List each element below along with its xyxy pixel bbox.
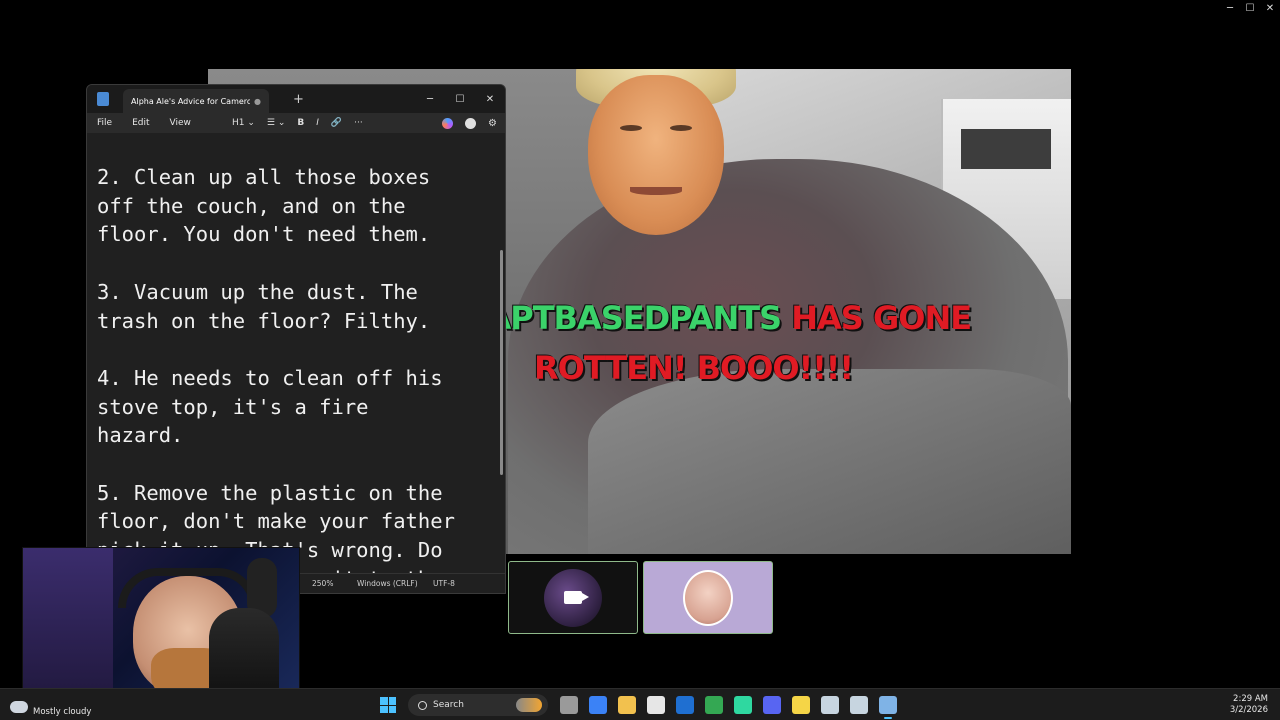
- notepad-icon[interactable]: [878, 696, 897, 719]
- notepad-scrollbar[interactable]: [500, 250, 503, 475]
- outer-maximize-button[interactable]: ☐: [1240, 0, 1260, 16]
- list-dropdown[interactable]: ☰ ⌄: [267, 118, 285, 128]
- bold-button[interactable]: B: [297, 118, 304, 128]
- menu-edit[interactable]: Edit: [132, 118, 149, 128]
- notepad-text-area[interactable]: 2. Clean up all those boxes off the couc…: [97, 163, 497, 593]
- discord-icon[interactable]: [762, 696, 781, 714]
- new-tab-button[interactable]: +: [293, 92, 304, 107]
- clock-date: 3/2/2026: [1229, 705, 1268, 715]
- outer-minimize-button[interactable]: ─: [1220, 0, 1240, 16]
- xbox-app-icon[interactable]: [733, 696, 752, 714]
- notepad-titlebar: Alpha Ale's Advice for Cameron's M ● + ─…: [87, 85, 505, 113]
- streamer-webcam: [22, 547, 300, 703]
- alert-overlay-line-2: ROTTEN! BOOO!!!!: [534, 349, 854, 387]
- menu-view[interactable]: View: [170, 118, 191, 128]
- system-clock[interactable]: 2:29 AM 3/2/2026: [1230, 694, 1268, 716]
- line-ending[interactable]: Windows (CRLF): [357, 579, 418, 588]
- notepad-window: Alpha Ale's Advice for Cameron's M ● + ─…: [86, 84, 506, 594]
- file-explorer-icon[interactable]: [617, 696, 636, 714]
- maximize-button[interactable]: ☐: [445, 92, 475, 106]
- encoding[interactable]: UTF-8: [433, 579, 455, 588]
- notepad-tab-title: Alpha Ale's Advice for Cameron's M: [131, 96, 250, 106]
- weather-widget[interactable]: Mostly cloudy: [10, 697, 91, 717]
- italic-button[interactable]: I: [316, 118, 319, 128]
- notepad-right-tools: ⚙: [430, 115, 497, 131]
- chrome-icon[interactable]: [704, 696, 723, 714]
- zoom-level[interactable]: 250%: [312, 579, 333, 588]
- minimize-button[interactable]: ─: [415, 92, 445, 106]
- heading-dropdown[interactable]: H1 ⌄: [232, 118, 255, 128]
- participant-avatar: [683, 569, 733, 626]
- pasted-face-image: [568, 69, 744, 257]
- close-button[interactable]: ✕: [475, 92, 505, 106]
- notepad-window-controls: ─ ☐ ✕: [415, 85, 505, 106]
- notepad-menubar: File Edit View H1 ⌄ ☰ ⌄ B I 🔗 ··· ⚙: [87, 113, 505, 133]
- profile-icon[interactable]: [465, 117, 477, 129]
- alert-text-1: HAS GONE: [791, 299, 972, 337]
- video-camera-icon: [564, 591, 589, 604]
- taskbar: Mostly cloudy Search 2:29 AM 3/2/2026: [0, 688, 1280, 720]
- taskbar-search[interactable]: Search: [408, 694, 548, 716]
- search-highlight-icon: [516, 698, 542, 712]
- participant-tile-camera[interactable]: [508, 561, 638, 634]
- steam-icon[interactable]: [820, 696, 839, 714]
- participant-tile-avatar[interactable]: [643, 561, 773, 634]
- outlook-icon[interactable]: [675, 696, 694, 714]
- link-icon[interactable]: 🔗: [331, 118, 342, 128]
- microsoft-store-icon[interactable]: [646, 696, 665, 714]
- notepad-app-icon: [97, 92, 109, 106]
- steam-icon-2[interactable]: [849, 696, 868, 714]
- alert-overlay-line-1: @CAPTBASEDPANTS HAS GONE: [433, 299, 972, 337]
- taskbar-apps: Search: [380, 693, 902, 719]
- unsaved-dot-icon[interactable]: ●: [254, 97, 261, 106]
- desktop: ─ ☐ ✕ @CAPTBASEDPANTS HAS GONE ROTTEN! B…: [0, 0, 1280, 720]
- cloud-icon: [10, 701, 28, 713]
- copilot-icon[interactable]: [442, 117, 454, 129]
- weather-text: Mostly cloudy: [33, 707, 92, 717]
- outer-window-controls: ─ ☐ ✕: [1220, 0, 1280, 16]
- notepad-tab[interactable]: Alpha Ale's Advice for Cameron's M ●: [123, 89, 269, 113]
- settings-gear-icon[interactable]: ⚙: [488, 118, 497, 129]
- task-view-icon[interactable]: [559, 696, 578, 714]
- menu-file[interactable]: File: [97, 118, 112, 128]
- windows-start-icon[interactable]: [380, 697, 396, 713]
- clock-time: 2:29 AM: [1233, 694, 1268, 704]
- search-icon: [418, 700, 427, 710]
- format-toolbar: H1 ⌄ ☰ ⌄ B I 🔗 ···: [232, 115, 375, 131]
- video-participant-shirt: [588, 369, 1071, 554]
- sticky-notes-icon[interactable]: [791, 696, 810, 714]
- search-placeholder: Search: [433, 700, 464, 710]
- more-options-icon[interactable]: ···: [354, 118, 363, 128]
- copilot-icon[interactable]: [588, 696, 607, 714]
- video-shelf-box: [961, 129, 1051, 169]
- participant-avatar-blob: [544, 568, 602, 627]
- outer-close-button[interactable]: ✕: [1260, 0, 1280, 16]
